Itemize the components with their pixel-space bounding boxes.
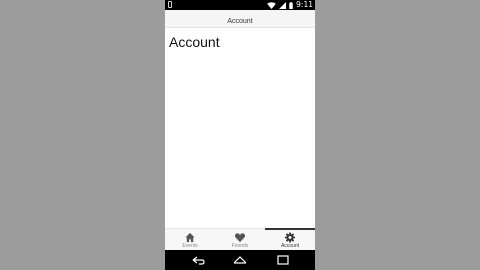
tab-label: Friends — [231, 243, 249, 249]
signal-icon — [279, 1, 287, 9]
recents-icon[interactable] — [275, 254, 291, 266]
phone-screen: 9:11 Account Account Events Friends Acco… — [165, 0, 315, 270]
tab-friends[interactable]: Friends — [215, 229, 265, 250]
app-bar: Account — [165, 10, 315, 28]
status-bar: 9:11 — [165, 0, 315, 10]
app-bar-title: Account — [227, 18, 253, 25]
tab-label: Account — [280, 243, 300, 249]
battery-icon — [289, 1, 293, 9]
status-time: 9:11 — [296, 0, 313, 9]
tab-label: Events — [182, 243, 198, 249]
page-heading: Account — [169, 34, 220, 50]
home-nav-icon[interactable] — [232, 254, 248, 266]
wifi-icon — [267, 1, 277, 9]
tab-account[interactable]: Account — [265, 228, 315, 250]
system-nav-bar — [165, 250, 315, 270]
status-icons: 9:11 — [267, 0, 313, 10]
back-icon[interactable] — [190, 254, 206, 266]
notification-icon — [168, 1, 172, 8]
tab-bar: Events Friends Account — [165, 228, 315, 250]
gear-icon — [284, 232, 296, 243]
home-icon — [185, 232, 195, 243]
heart-icon — [234, 233, 246, 243]
tab-events[interactable]: Events — [165, 229, 215, 250]
